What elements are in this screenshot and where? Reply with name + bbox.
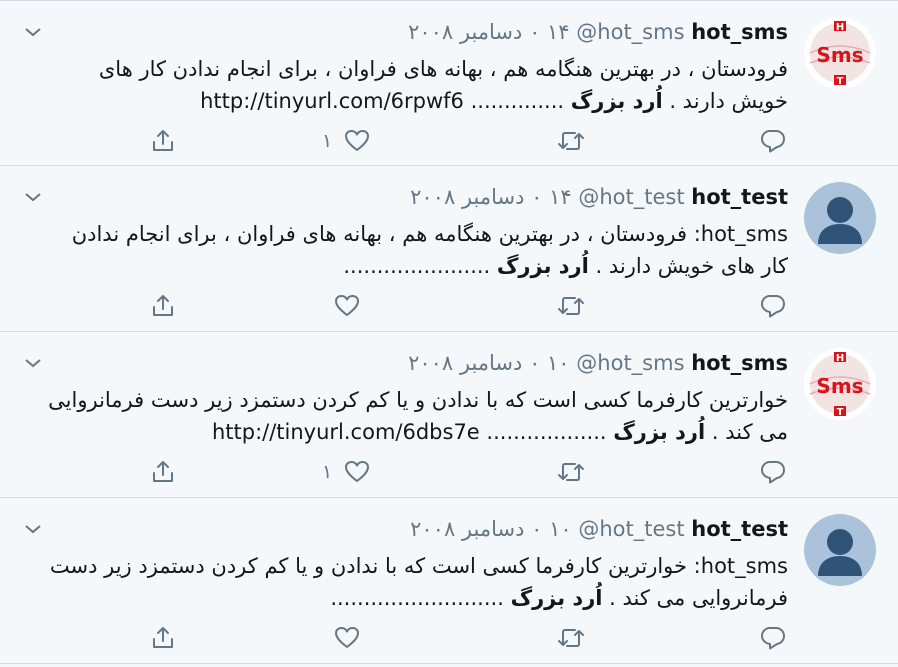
- reply-icon: [761, 627, 785, 650]
- svg-text:Sms: Sms: [816, 43, 863, 67]
- svg-text:H: H: [836, 22, 844, 33]
- tweet-author-name[interactable]: hot_sms: [691, 20, 788, 44]
- tweet-author-name[interactable]: hot_test: [691, 517, 788, 541]
- reply-button[interactable]: [760, 125, 786, 157]
- sms-logo-avatar[interactable]: H T Sms: [804, 348, 876, 420]
- tweet-actions: ۱: [150, 125, 790, 157]
- tweet-timestamp[interactable]: ۱۴ ۰ دسامبر ۲۰۰۸: [410, 185, 572, 209]
- heart-icon: [335, 627, 359, 648]
- tweet-text-dots: ..........................: [330, 586, 511, 610]
- reply-icon: [761, 295, 785, 318]
- retweet-icon: [558, 132, 584, 150]
- svg-text:H: H: [836, 353, 844, 364]
- share-button[interactable]: [150, 125, 176, 157]
- tweet-text-dots: ......................: [343, 254, 497, 278]
- tweet-handle[interactable]: @hot_test: [578, 185, 684, 209]
- retweet-icon: [558, 629, 584, 647]
- reply-button[interactable]: [760, 456, 786, 488]
- like-button[interactable]: ۱: [322, 456, 370, 488]
- tweet-timestamp[interactable]: ۱۰ ۰ دسامبر ۲۰۰۸: [410, 517, 572, 541]
- retweet-button[interactable]: [556, 290, 586, 322]
- tweet-timestamp[interactable]: ۱۰ ۰ دسامبر ۲۰۰۸: [408, 351, 570, 375]
- tweet-author-name[interactable]: hot_test: [691, 185, 788, 209]
- tweet-actions: [150, 622, 790, 654]
- share-icon: [153, 295, 173, 316]
- tweet-author-name[interactable]: hot_sms: [691, 351, 788, 375]
- like-button[interactable]: [322, 290, 360, 322]
- tweet-text-dots: ..................: [486, 420, 614, 444]
- like-count: ۱: [322, 130, 333, 152]
- heart-icon: [345, 130, 370, 151]
- retweet-icon: [558, 463, 584, 481]
- reply-button[interactable]: [760, 290, 786, 322]
- heart-icon: [335, 295, 359, 316]
- tweet-signature: اُرد بزرگ: [510, 586, 603, 610]
- tweet-header: ۱۴ ۰ دسامبر ۲۰۰۸ @hot_sms hot_sms: [408, 19, 788, 45]
- like-count: ۱: [322, 461, 333, 483]
- retweet-icon: [558, 297, 584, 315]
- tweet-actions: [150, 290, 790, 322]
- tweet-timestamp[interactable]: ۱۴ ۰ دسامبر ۲۰۰۸: [408, 20, 570, 44]
- svg-text:T: T: [837, 76, 844, 87]
- tweet-text: hot_sms: خوارترین کارفرما کسی است که با …: [43, 550, 788, 614]
- chevron-down-icon[interactable]: [24, 23, 42, 37]
- tweet-header: ۱۰ ۰ دسامبر ۲۰۰۸ @hot_test hot_test: [410, 516, 788, 542]
- sms-logo-avatar[interactable]: H T Sms: [804, 17, 876, 89]
- tweet-text-dots: ..............: [470, 89, 571, 113]
- svg-text:T: T: [837, 407, 844, 418]
- reply-button[interactable]: [760, 622, 786, 654]
- tweet-text: فرودستان ، در بهترین هنگامه هم ، بهانه ه…: [43, 53, 788, 117]
- tweet[interactable]: ۱۴ ۰ دسامبر ۲۰۰۸ @hot_test hot_test hot_…: [0, 166, 898, 332]
- tweet[interactable]: ۱۰ ۰ دسامبر ۲۰۰۸ @hot_test hot_test hot_…: [0, 498, 898, 664]
- share-button[interactable]: [150, 622, 176, 654]
- tweet-signature: اُرد بزرگ: [570, 89, 663, 113]
- tweet-link[interactable]: http://tinyurl.com/6dbs7e: [212, 420, 480, 444]
- like-button[interactable]: ۱: [322, 125, 370, 157]
- share-button[interactable]: [150, 290, 176, 322]
- tweet-handle[interactable]: @hot_test: [578, 517, 684, 541]
- tweet-header: ۱۴ ۰ دسامبر ۲۰۰۸ @hot_test hot_test: [410, 184, 788, 210]
- tweet-handle[interactable]: @hot_sms: [576, 20, 684, 44]
- share-icon: [153, 627, 173, 648]
- tweet-actions: ۱: [150, 456, 790, 488]
- tweet-text: خوارترین کارفرما کسی است که با ندادن و ی…: [43, 384, 788, 448]
- retweet-button[interactable]: [556, 456, 586, 488]
- tweet[interactable]: ۱۴ ۰ دسامبر ۲۰۰۸ @hot_sms hot_sms H T Sm…: [0, 0, 898, 166]
- tweet-header: ۱۰ ۰ دسامبر ۲۰۰۸ @hot_sms hot_sms: [408, 350, 788, 376]
- chevron-down-icon[interactable]: [24, 188, 42, 202]
- default-profile-avatar[interactable]: [804, 514, 876, 586]
- chevron-down-icon[interactable]: [24, 520, 42, 534]
- reply-icon: [761, 130, 785, 153]
- tweet-signature: اُرد بزرگ: [613, 420, 706, 444]
- retweet-button[interactable]: [556, 125, 586, 157]
- tweet-signature: اُرد بزرگ: [496, 254, 589, 278]
- tweet-link[interactable]: http://tinyurl.com/6rpwf6: [200, 89, 464, 113]
- tweet-feed: ۱۴ ۰ دسامبر ۲۰۰۸ @hot_sms hot_sms H T Sm…: [0, 0, 898, 664]
- tweet-handle[interactable]: @hot_sms: [576, 351, 684, 375]
- reply-icon: [761, 461, 785, 484]
- share-icon: [153, 461, 173, 482]
- tweet[interactable]: ۱۰ ۰ دسامبر ۲۰۰۸ @hot_sms hot_sms H T Sm…: [0, 332, 898, 498]
- share-button[interactable]: [150, 456, 176, 488]
- chevron-down-icon[interactable]: [24, 354, 42, 368]
- tweet-text: hot_sms: فرودستان ، در بهترین هنگامه هم …: [43, 218, 788, 282]
- default-profile-avatar[interactable]: [804, 182, 876, 254]
- heart-icon: [345, 461, 370, 482]
- retweet-button[interactable]: [556, 622, 586, 654]
- svg-text:Sms: Sms: [816, 374, 863, 398]
- like-button[interactable]: [322, 622, 360, 654]
- share-icon: [153, 130, 173, 151]
